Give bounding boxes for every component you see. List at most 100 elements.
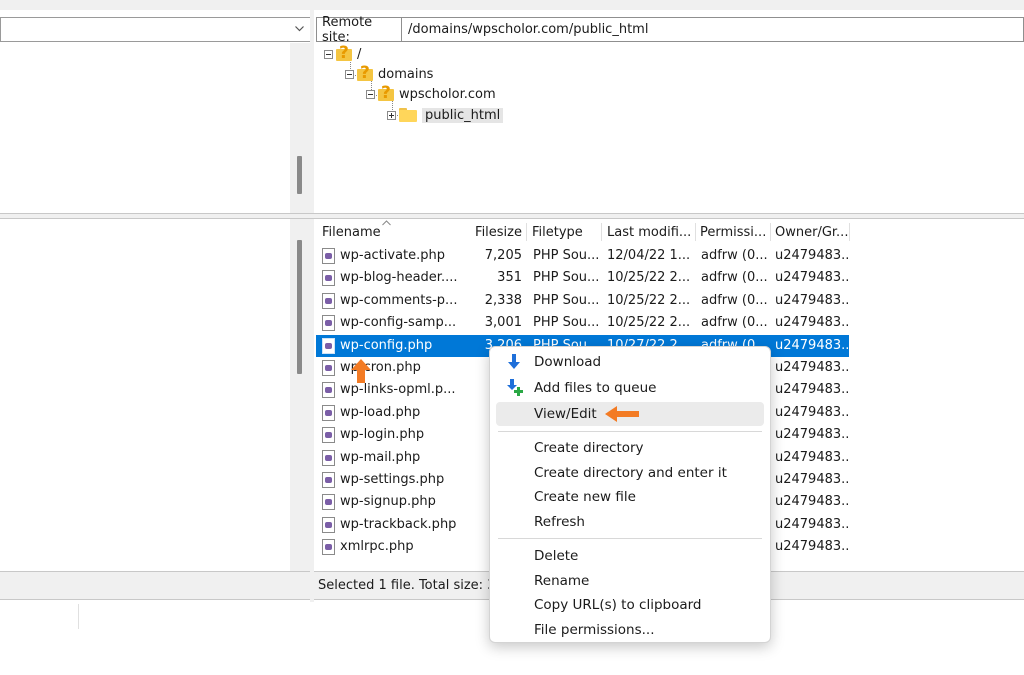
annotation-arrow-up-icon: [351, 359, 371, 383]
collapse-icon[interactable]: [345, 69, 354, 79]
menu-item-create-directory-and-enter[interactable]: Create directory and enter it: [496, 461, 764, 485]
php-file-icon: [322, 337, 335, 354]
column-label: Filename: [322, 224, 381, 240]
file-size: 7,205: [484, 248, 522, 263]
column-header-owner-group[interactable]: Owner/Gr...: [775, 221, 849, 243]
remote-tree-pane[interactable]: ? / ? domains ? wpscholor.com public_htm…: [314, 43, 1024, 213]
file-owner: u2479483...: [775, 270, 849, 286]
php-file-icon: [322, 315, 335, 332]
php-file-icon: [322, 516, 335, 533]
collapse-icon[interactable]: [366, 89, 375, 99]
column-header-filetype[interactable]: Filetype: [532, 221, 600, 243]
remote-site-label-text: Remote site:: [322, 14, 373, 45]
file-owner: u2479483...: [775, 248, 849, 263]
top-toolbar-strip: [0, 0, 1024, 10]
chevron-down-icon: [295, 26, 304, 32]
local-tree-pane[interactable]: [0, 43, 290, 213]
menu-item-label: Create directory: [534, 440, 644, 456]
column-divider[interactable]: [770, 223, 771, 241]
file-size: 2,338: [484, 292, 522, 308]
menu-item-label: Create directory and enter it: [534, 465, 727, 481]
menu-item-refresh[interactable]: Refresh: [496, 510, 764, 534]
file-row[interactable]: wp-activate.php 7,205 PHP Sou... 12/04/22 1…: [316, 245, 849, 267]
menu-item-view-edit[interactable]: View/Edit: [496, 402, 764, 426]
column-header-last-modified[interactable]: Last modifi...: [607, 221, 695, 243]
tree-node-public-html[interactable]: public_html: [387, 105, 504, 125]
column-header-permissions[interactable]: Permissi...: [700, 221, 770, 243]
file-owner: u2479483...: [775, 337, 849, 353]
remote-site-label: Remote site:: [316, 14, 402, 45]
column-divider[interactable]: [695, 223, 696, 241]
tree-node-label: domains: [378, 66, 434, 82]
file-name: wp-load.php: [340, 404, 421, 420]
php-file-icon: [322, 248, 335, 264]
column-label: Owner/Gr...: [775, 224, 849, 240]
collapse-icon[interactable]: [324, 49, 333, 59]
menu-item-add-files-to-queue[interactable]: Add files to queue: [496, 376, 764, 400]
file-name: xmlrpc.php: [340, 539, 414, 555]
php-file-icon: [322, 382, 335, 399]
scrollbar-thumb[interactable]: [297, 240, 302, 374]
file-modified: 10/25/22 2...: [607, 315, 691, 331]
remote-path-input[interactable]: /domains/wpscholor.com/public_html: [402, 17, 1024, 42]
menu-item-copy-url[interactable]: Copy URL(s) to clipboard: [496, 593, 764, 617]
column-divider[interactable]: [526, 223, 527, 241]
tree-node-label: public_html: [422, 107, 504, 123]
sort-ascending-icon: [382, 220, 391, 226]
column-divider[interactable]: [849, 223, 850, 241]
local-list-scrollbar[interactable]: [290, 219, 310, 571]
file-modified: 12/04/22 1...: [607, 248, 691, 263]
local-tree-scrollbar[interactable]: [290, 43, 310, 213]
menu-separator: [498, 538, 762, 539]
local-site-dropdown[interactable]: [0, 17, 311, 42]
tree-node-wpscholor[interactable]: ? wpscholor.com: [366, 83, 496, 104]
file-owner: u2479483...: [775, 449, 849, 465]
file-name: wp-blog-header....: [340, 270, 458, 286]
column-label: Filesize: [475, 224, 522, 240]
add-to-queue-icon: [507, 379, 523, 396]
file-perms: adfrw (0...: [701, 315, 768, 331]
menu-item-create-directory[interactable]: Create directory: [496, 436, 764, 460]
scrollbar-thumb[interactable]: [297, 156, 302, 194]
menu-item-delete[interactable]: Delete: [496, 544, 764, 568]
tree-node-label: wpscholor.com: [399, 86, 496, 102]
column-divider[interactable]: [601, 223, 602, 241]
tree-node-root[interactable]: ? /: [324, 43, 361, 64]
file-perms: adfrw (0...: [701, 248, 768, 263]
local-status-bar: [0, 571, 311, 600]
file-type: PHP Sou...: [533, 248, 600, 263]
queue-column-divider: [78, 604, 79, 629]
tree-node-domains[interactable]: ? domains: [345, 63, 434, 84]
file-row[interactable]: wp-blog-header.... 351 PHP Sou... 10/25/22 …: [316, 267, 849, 289]
file-perms: adfrw (0...: [701, 270, 768, 286]
menu-item-file-permissions[interactable]: File permissions...: [496, 618, 764, 642]
column-header-filesize[interactable]: Filesize: [472, 221, 522, 243]
menu-item-label: Download: [534, 354, 602, 370]
menu-item-label: View/Edit: [534, 406, 597, 422]
file-name: wp-config-samp...: [340, 315, 457, 331]
file-modified: 10/25/22 2...: [607, 270, 691, 286]
php-file-icon: [322, 270, 335, 287]
php-file-icon: [322, 404, 335, 421]
php-file-icon: [322, 292, 335, 309]
file-owner: u2479483...: [775, 404, 849, 420]
file-owner: u2479483...: [775, 472, 849, 487]
column-header-filename[interactable]: Filename: [322, 221, 472, 243]
local-file-list[interactable]: [0, 219, 290, 571]
file-name: wp-trackback.php: [340, 516, 457, 532]
file-row[interactable]: wp-config-samp... 3,001 PHP Sou... 10/25/22…: [316, 312, 849, 334]
menu-item-label: Delete: [534, 548, 579, 564]
unknown-folder-icon: ?: [336, 43, 352, 63]
column-label: Permissi...: [700, 224, 767, 240]
menu-item-create-new-file[interactable]: Create new file: [496, 485, 764, 509]
menu-item-rename[interactable]: Rename: [496, 569, 764, 593]
menu-item-download[interactable]: Download: [496, 350, 764, 374]
file-size: 351: [497, 270, 522, 286]
file-row[interactable]: wp-comments-p... 2,338 PHP Sou... 10/25/22 …: [316, 290, 849, 312]
php-file-icon: [322, 472, 335, 488]
remote-path-value: /domains/wpscholor.com/public_html: [408, 22, 649, 37]
file-owner: u2479483...: [775, 516, 849, 532]
expand-icon[interactable]: [387, 110, 396, 120]
folder-icon: [399, 108, 417, 122]
column-label: Filetype: [532, 224, 583, 240]
